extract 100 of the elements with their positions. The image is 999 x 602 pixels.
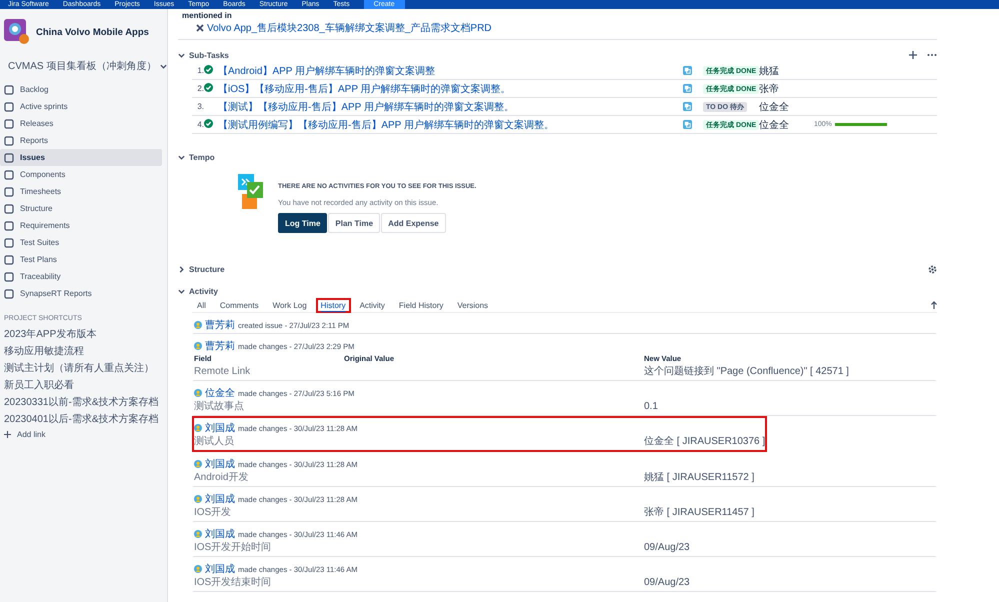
shortcut-link[interactable]: 2023年APP发布版本 <box>0 326 167 343</box>
new-value: 姚猛 [ JIRAUSER11572 ] <box>644 471 756 484</box>
author-link[interactable]: 刘国成 <box>205 527 235 541</box>
chevron-down-icon[interactable] <box>178 154 185 160</box>
section-title[interactable]: Tempo <box>189 152 215 162</box>
section-title[interactable]: Structure <box>189 264 225 274</box>
author-link[interactable]: 刘国成 <box>205 562 235 576</box>
sidebar-item[interactable]: Active sprints <box>0 98 162 115</box>
user-avatar-icon <box>194 565 202 573</box>
assignee-name: 位金全 <box>759 118 790 132</box>
author-link[interactable]: 位金全 <box>205 386 235 400</box>
action-button[interactable]: Log Time <box>278 213 328 233</box>
sidebar-item[interactable]: SynapseRT Reports <box>0 285 162 302</box>
settings-icon[interactable] <box>928 264 938 274</box>
shortcut-link[interactable]: 新员工入职必看 <box>0 377 167 394</box>
activity-tab[interactable]: Activity <box>354 298 390 312</box>
sidebar-item[interactable]: Structure <box>0 200 162 217</box>
sidebar-item[interactable]: Traceability <box>0 268 162 285</box>
new-value: 09/Aug/23 <box>644 576 691 588</box>
chevron-down-icon[interactable] <box>178 288 185 294</box>
sidebar-item[interactable]: Test Suites <box>0 234 162 251</box>
activity-tab[interactable]: Comments <box>214 298 264 312</box>
square-icon <box>4 288 14 298</box>
shortcut-link[interactable]: 20230401以后-需求&技术方案存档 <box>0 411 167 428</box>
square-icon <box>4 238 14 248</box>
square-icon <box>4 220 14 230</box>
square-icon <box>4 152 14 162</box>
section-title[interactable]: Sub-Tasks <box>189 50 229 60</box>
action-button[interactable]: Plan Time <box>328 213 380 233</box>
subtask-link[interactable]: 【测试用例编写】【移动应用-售后】APP 用户解绑车辆时的弹窗文案调整。 <box>218 118 683 132</box>
field-name: 测试故事点 <box>194 400 245 413</box>
row-number: 2. <box>196 84 204 93</box>
field-name: IOS开发 <box>194 506 232 519</box>
check-circle-icon <box>204 119 213 128</box>
row-number: 3. <box>196 102 204 111</box>
new-value: 这个问题链接到 "Page (Confluence)" [ 42571 ] <box>644 364 850 378</box>
chevron-down-icon[interactable] <box>160 62 168 70</box>
shortcut-link[interactable]: 20230331以前-需求&技术方案存档 <box>0 394 167 411</box>
new-value: 张帝 [ JIRAUSER11457 ] <box>644 506 756 519</box>
sidebar-item[interactable]: Requirements <box>0 217 162 234</box>
activity-tab[interactable]: Work Log <box>268 298 312 312</box>
arrow-up-icon[interactable] <box>931 301 938 309</box>
activity-tab[interactable]: Versions <box>452 298 494 312</box>
mentioned-in-label: mentioned in <box>181 11 233 20</box>
cross-icon <box>196 24 204 32</box>
robot-avatar-icon <box>4 19 30 45</box>
field-name: Remote Link <box>194 366 252 376</box>
row-number: 4. <box>196 120 204 129</box>
subtask-type-icon <box>683 84 692 93</box>
sidebar-item[interactable]: Timesheets <box>0 183 162 200</box>
author-link[interactable]: 曹芳莉 <box>205 339 235 353</box>
check-circle-icon <box>204 65 213 74</box>
assignee-name: 姚猛 <box>759 64 780 78</box>
square-icon <box>4 254 14 264</box>
new-value: 0.1 <box>644 400 659 412</box>
user-avatar-icon <box>194 389 202 397</box>
chevron-right-icon[interactable] <box>178 266 185 272</box>
field-name: 测试人员 <box>194 434 235 448</box>
chevron-down-icon[interactable] <box>178 52 185 58</box>
action-button[interactable]: Add Expense <box>381 213 446 233</box>
square-icon <box>4 170 14 180</box>
square-icon <box>4 272 14 282</box>
new-value: 09/Aug/23 <box>644 542 691 552</box>
activity-tab[interactable]: All <box>192 298 211 312</box>
progress-bar <box>834 123 887 126</box>
user-avatar-icon <box>194 460 202 468</box>
add-link[interactable]: Add link <box>0 430 167 439</box>
subtask-link[interactable]: 【Android】APP 用户解绑车辆时的弹窗文案调整 <box>218 64 683 78</box>
author-link[interactable]: 刘国成 <box>205 421 235 435</box>
project-name[interactable]: China Volvo Mobile Apps <box>36 26 149 38</box>
activity-tab[interactable]: History <box>316 298 351 312</box>
user-avatar-icon <box>194 424 202 432</box>
user-avatar-icon <box>194 321 202 329</box>
sidebar-item[interactable]: Releases <box>0 115 162 132</box>
shortcut-link[interactable]: 测试主计划（请所有人重点关注） <box>0 360 167 377</box>
plus-icon <box>4 431 11 438</box>
author-link[interactable]: 刘国成 <box>205 492 235 506</box>
sidebar-item[interactable]: Backlog <box>0 81 162 98</box>
subtask-link[interactable]: 【测试】【移动应用-售后】APP 用户解绑车辆时的弹窗文案调整。 <box>218 100 683 114</box>
assignee-name: 张帝 <box>759 82 780 96</box>
sidebar-item[interactable]: Components <box>0 166 162 183</box>
square-icon <box>4 118 14 128</box>
square-icon <box>4 84 14 94</box>
sidebar-item[interactable]: Reports <box>0 132 162 149</box>
sidebar-item[interactable]: Issues <box>0 149 162 166</box>
user-avatar-icon <box>194 342 202 350</box>
subtask-link[interactable]: 【iOS】【移动应用-售后】APP 用户解绑车辆时的弹窗文案调整。 <box>218 82 683 96</box>
activity-tab[interactable]: Field History <box>394 298 448 312</box>
check-circle-icon <box>204 83 213 92</box>
more-icon[interactable] <box>927 53 938 57</box>
user-avatar-icon <box>194 495 202 503</box>
plus-icon[interactable] <box>909 51 918 59</box>
subtask-type-icon <box>683 66 692 75</box>
shortcut-link[interactable]: 移动应用敏捷流程 <box>0 343 167 360</box>
section-title[interactable]: Activity <box>189 286 218 296</box>
confluence-link[interactable]: Volvo App_售后模块2308_车辆解绑文案调整_产品需求文档PRD <box>207 21 492 35</box>
sidebar-item[interactable]: Test Plans <box>0 251 162 268</box>
author-link[interactable]: 曹芳莉 <box>205 318 235 332</box>
board-selector[interactable]: CVMAS 项目集看板（冲刺角度） <box>8 59 156 73</box>
author-link[interactable]: 刘国成 <box>205 457 235 471</box>
